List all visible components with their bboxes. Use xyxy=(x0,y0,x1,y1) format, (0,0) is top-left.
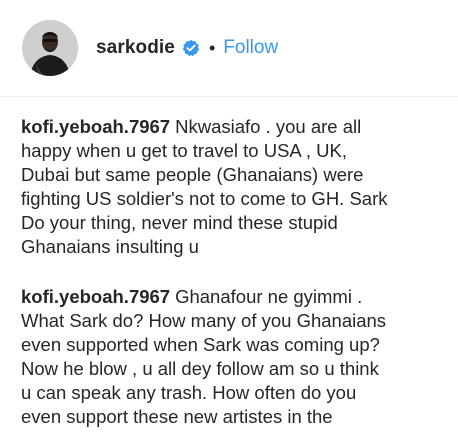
comment-text: Now he blow , u all dey follow am so u t… xyxy=(21,358,379,379)
comment-text: fighting US soldier's not to come to GH.… xyxy=(21,188,388,209)
comment-text: Do your thing, never mind these stupid xyxy=(21,212,338,233)
comment-author-link[interactable]: kofi.yeboah.7967 xyxy=(21,116,170,137)
profile-photo-icon xyxy=(22,20,78,76)
comment-text: happy when u get to travel to USA , UK, xyxy=(21,140,347,161)
separator-dot: • xyxy=(208,37,216,58)
comment-item: kofi.yeboah.7967 Ghanafour ne gyimmi . Wh… xyxy=(21,285,441,429)
follow-button[interactable]: Follow xyxy=(223,37,278,59)
post-header: sarkodie • Follow xyxy=(0,0,458,97)
comment-text: What Sark do? How many of you Ghanaians xyxy=(21,310,387,331)
comment-author-link[interactable]: kofi.yeboah.7967 xyxy=(21,286,170,307)
verified-badge-icon xyxy=(182,39,200,57)
comment-line: kofi.yeboah.7967 Nkwasiafo . you are all xyxy=(21,115,441,139)
comment-text: Ghanaians insulting u xyxy=(21,236,199,257)
comment-item: kofi.yeboah.7967 Nkwasiafo . you are all … xyxy=(21,115,441,259)
comment-text: even support these new artistes in the xyxy=(21,406,333,427)
comment-line: kofi.yeboah.7967 Ghanafour ne gyimmi . xyxy=(21,285,441,309)
instagram-post-comments: sarkodie • Follow kofi.yeboah.7967 Nkwasi… xyxy=(0,0,458,440)
avatar[interactable] xyxy=(22,20,78,76)
post-author-username[interactable]: sarkodie xyxy=(96,37,175,59)
comment-text: Ghanafour ne gyimmi . xyxy=(175,286,363,307)
comment-text: Dubai but same people (Ghanaians) were xyxy=(21,164,364,185)
comment-text: even supported when Sark was coming up? xyxy=(21,334,380,355)
comment-text: Nkwasiafo . you are all xyxy=(175,116,362,137)
comment-text: u can speak any trash. How often do you xyxy=(21,382,357,403)
